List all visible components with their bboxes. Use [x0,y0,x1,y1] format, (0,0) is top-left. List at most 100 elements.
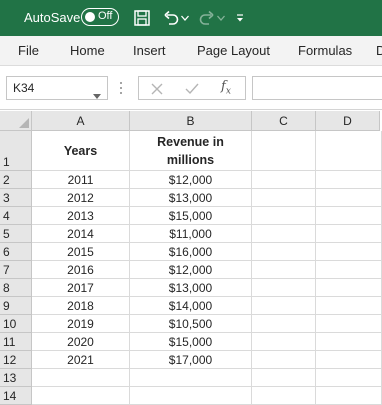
row-header[interactable]: 3 [0,189,32,207]
undo-icon[interactable] [162,7,180,29]
checkmark-icon[interactable] [185,82,199,100]
year-cell[interactable]: 2013 [32,207,130,225]
cell-d[interactable] [316,351,382,369]
tab-page-layout[interactable]: Page Layout [197,43,270,58]
cell-c[interactable] [252,279,316,297]
cell-d[interactable] [316,369,382,387]
cell-c[interactable] [252,333,316,351]
tab-insert[interactable]: Insert [133,43,166,58]
tab-formulas[interactable]: Formulas [298,43,352,58]
redo-icon[interactable] [198,7,216,29]
cell-d[interactable] [316,171,382,189]
row-header[interactable]: 11 [0,333,32,351]
column-header-d[interactable]: D [316,111,380,131]
chevron-down-icon[interactable] [93,86,101,104]
cell-b[interactable] [130,369,252,387]
autosave-label: AutoSave [24,10,81,25]
redo-dropdown-icon[interactable] [217,7,225,29]
insert-function-icon[interactable]: fx [221,79,231,97]
cell-d[interactable] [316,387,382,405]
cell-b1[interactable]: Revenue in millions [130,131,252,171]
cell-d[interactable] [316,243,382,261]
column-header-a[interactable]: A [32,111,130,131]
revenue-cell[interactable]: $15,000 [130,207,252,225]
year-cell[interactable]: 2016 [32,261,130,279]
row-header[interactable]: 7 [0,261,32,279]
year-cell[interactable]: 2021 [32,351,130,369]
row-header[interactable]: 14 [0,387,32,405]
cell-d[interactable] [316,333,382,351]
autosave-toggle[interactable]: Off [81,8,119,26]
year-cell[interactable]: 2014 [32,225,130,243]
cell-c[interactable] [252,171,316,189]
cell-d[interactable] [316,315,382,333]
save-icon[interactable] [133,7,151,29]
cell-c[interactable] [252,369,316,387]
revenue-cell[interactable]: $12,000 [130,171,252,189]
cell-d[interactable] [316,297,382,315]
column-header-b[interactable]: B [130,111,252,131]
select-all-triangle-icon [19,118,29,128]
year-cell[interactable]: 2011 [32,171,130,189]
select-all-button[interactable] [0,111,32,131]
row-header[interactable]: 5 [0,225,32,243]
formula-input[interactable] [252,76,382,100]
cell-c[interactable] [252,387,316,405]
revenue-cell[interactable]: $13,000 [130,279,252,297]
autosave-state: Off [98,10,113,22]
revenue-cell[interactable]: $16,000 [130,243,252,261]
cancel-icon[interactable] [151,82,163,100]
revenue-cell[interactable]: $10,500 [130,315,252,333]
cell-d[interactable] [316,207,382,225]
column-header-c[interactable]: C [252,111,316,131]
row-header[interactable]: 9 [0,297,32,315]
year-cell[interactable]: 2020 [32,333,130,351]
year-cell[interactable]: 2019 [32,315,130,333]
cell-c[interactable] [252,207,316,225]
cell-c[interactable] [252,243,316,261]
cell-a[interactable] [32,369,130,387]
year-cell[interactable]: 2017 [32,279,130,297]
row-header[interactable]: 2 [0,171,32,189]
year-cell[interactable]: 2012 [32,189,130,207]
cell-c[interactable] [252,225,316,243]
tab-data[interactable]: D [376,43,382,58]
cell-b[interactable] [130,387,252,405]
cell-d[interactable] [316,189,382,207]
row-header[interactable]: 4 [0,207,32,225]
cell-c1[interactable] [252,131,316,171]
cell-d[interactable] [316,261,382,279]
cell-c[interactable] [252,315,316,333]
row-header[interactable]: 1 [0,131,32,171]
revenue-header-line2: millions [166,152,215,167]
undo-dropdown-icon[interactable] [181,7,189,29]
revenue-cell[interactable]: $13,000 [130,189,252,207]
cell-d1[interactable] [316,131,382,171]
revenue-cell[interactable]: $17,000 [130,351,252,369]
cell-c[interactable] [252,351,316,369]
cell-c[interactable] [252,261,316,279]
row-header[interactable]: 6 [0,243,32,261]
tab-home[interactable]: Home [70,43,105,58]
revenue-cell[interactable]: $14,000 [130,297,252,315]
row-header[interactable]: 13 [0,369,32,387]
tab-file[interactable]: File [18,43,39,58]
more-options-icon[interactable] [119,80,123,96]
year-cell[interactable]: 2015 [32,243,130,261]
cell-a[interactable] [32,387,130,405]
cell-d[interactable] [316,279,382,297]
cell-c[interactable] [252,189,316,207]
title-bar: AutoSave Off [0,0,382,36]
cell-d[interactable] [316,225,382,243]
revenue-cell[interactable]: $12,000 [130,261,252,279]
row-header[interactable]: 10 [0,315,32,333]
revenue-cell[interactable]: $15,000 [130,333,252,351]
cell-c[interactable] [252,297,316,315]
year-cell[interactable]: 2018 [32,297,130,315]
row-header[interactable]: 8 [0,279,32,297]
name-box[interactable]: K34 [6,76,108,100]
revenue-cell[interactable]: $11,000 [130,225,252,243]
customize-toolbar-icon[interactable] [236,7,244,29]
cell-a1[interactable]: Years [32,131,130,171]
row-header[interactable]: 12 [0,351,32,369]
